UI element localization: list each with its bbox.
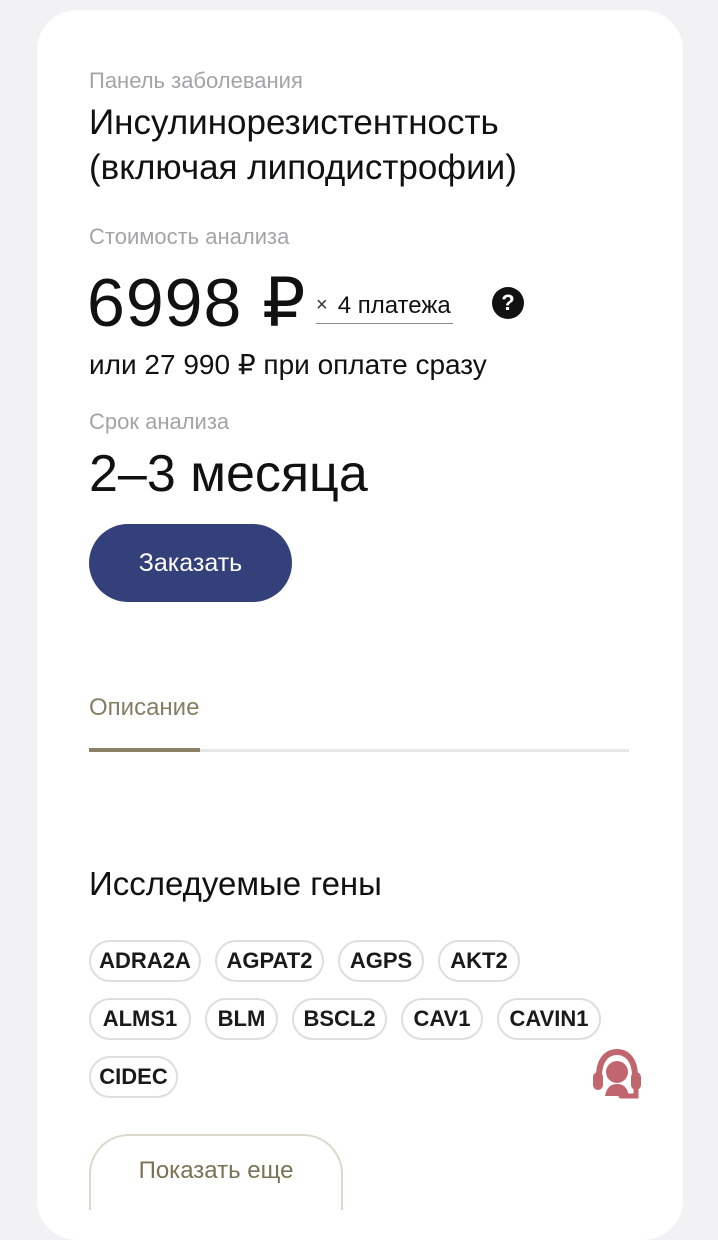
product-card: Панель заболевания Инсулинорезистентност… (37, 10, 683, 1240)
gene-chip[interactable]: BLM (205, 998, 278, 1040)
tab-active-indicator (89, 748, 200, 752)
support-button[interactable] (585, 1042, 649, 1106)
installments-text: 4 платежа (337, 291, 451, 319)
gene-chip[interactable]: ADRA2A (89, 940, 201, 982)
panel-label: Панель заболевания (89, 68, 303, 93)
support-operator-icon (593, 1048, 641, 1099)
order-button[interactable]: Заказать (89, 524, 292, 602)
installment-price: 6998 ₽ (87, 265, 307, 341)
gene-chip[interactable]: CIDEC (89, 1056, 178, 1098)
gene-chip[interactable]: AGPS (338, 940, 424, 982)
full-price-text: или 27 990 ₽ при оплате сразу (89, 349, 487, 380)
product-title: Инсулинорезистентность (включая липодист… (89, 103, 517, 187)
installments-link[interactable]: × 4 платежа (316, 288, 453, 324)
gene-chip[interactable]: BSCL2 (292, 998, 387, 1040)
gene-chip[interactable]: AGPAT2 (215, 940, 324, 982)
gene-chip[interactable]: AKT2 (438, 940, 520, 982)
gene-chip[interactable]: ALMS1 (89, 998, 191, 1040)
show-more-button[interactable]: Показать еще (89, 1134, 343, 1210)
gene-chip[interactable]: CAVIN1 (497, 998, 601, 1040)
term-label: Срок анализа (89, 409, 230, 434)
times-sign: × (316, 294, 328, 316)
tab-description[interactable]: Описание (89, 694, 199, 722)
genes-title: Исследуемые гены (89, 865, 382, 902)
help-circle-icon[interactable]: ? (492, 287, 524, 319)
term-value: 2–3 месяца (89, 445, 368, 503)
cost-label: Стоимость анализа (89, 224, 290, 249)
gene-chip[interactable]: CAV1 (401, 998, 483, 1040)
